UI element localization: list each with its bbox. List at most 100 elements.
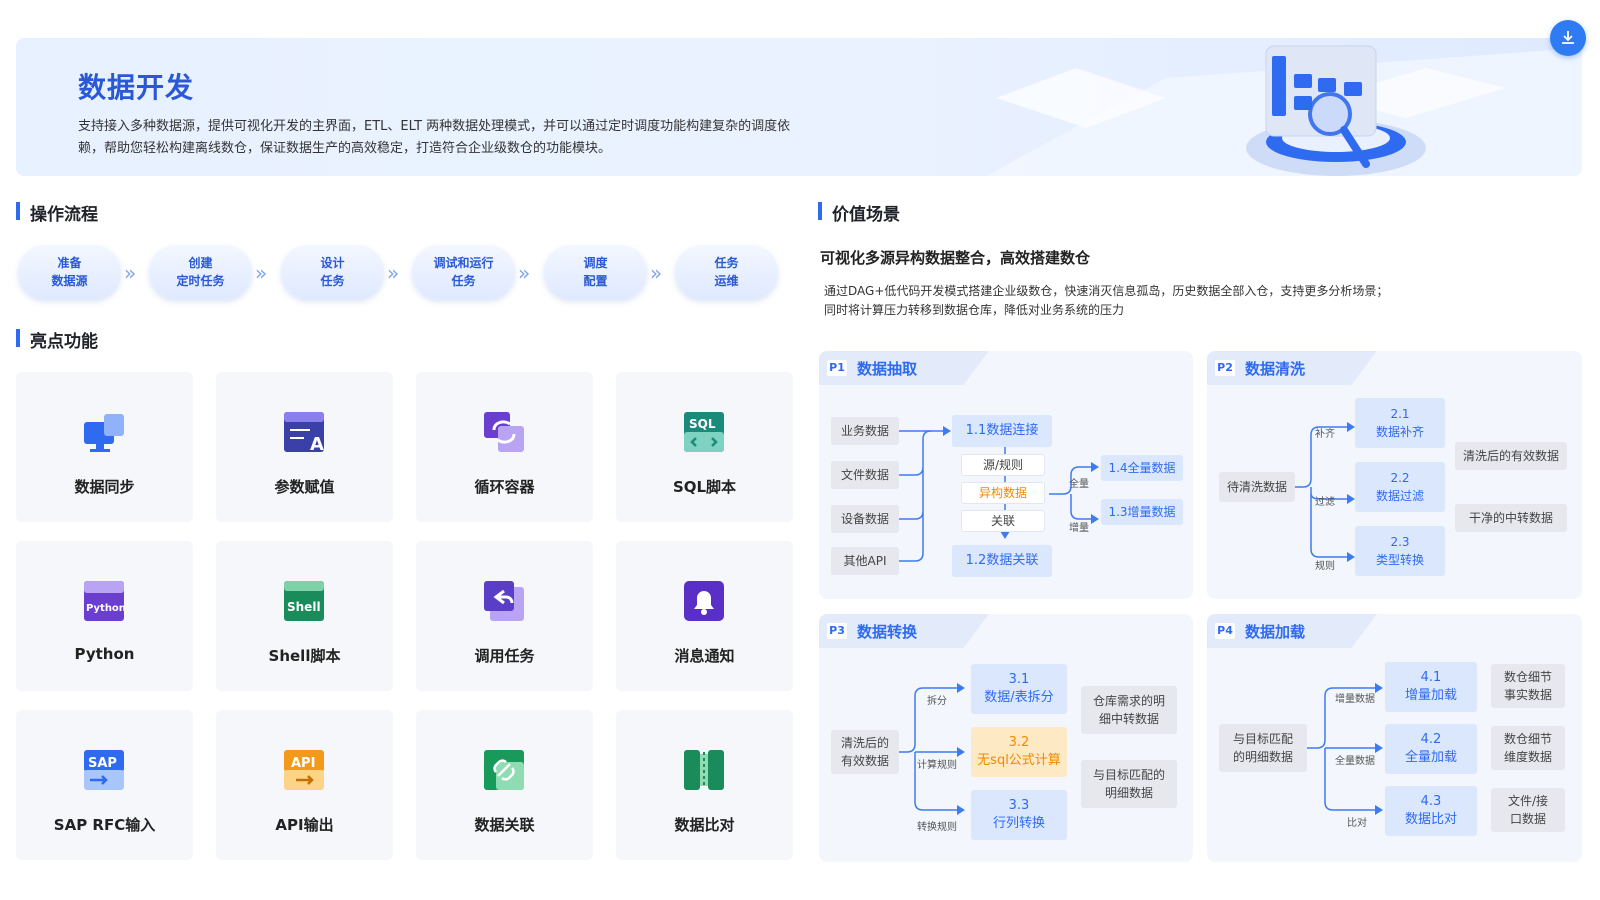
- output-node: 清洗后的有效数据: [1455, 442, 1567, 470]
- flow-step-4: 调试和运行 任务: [412, 245, 515, 299]
- feature-label: Python: [74, 645, 135, 663]
- svg-text:SQL: SQL: [689, 417, 716, 431]
- data-sync-icon: [84, 414, 124, 452]
- loop-container-icon: [484, 412, 524, 452]
- chevron-right-icon: »: [255, 261, 268, 285]
- dashboard-illustration-icon: [986, 45, 1582, 176]
- chevron-right-icon: »: [124, 261, 137, 285]
- output-node: 1.3增量数据: [1101, 499, 1183, 525]
- source-node: 与目标匹配 的明细数据: [1219, 724, 1307, 772]
- sql-script-icon: SQL: [684, 412, 724, 452]
- output-node: 数仓细节 事实数据: [1491, 664, 1565, 708]
- step-node: 关联: [961, 510, 1045, 532]
- source-node: 清洗后的 有效数据: [831, 730, 899, 774]
- feature-card-data-link[interactable]: 数据关联: [416, 710, 593, 860]
- feature-label: SAP RFC输入: [53, 816, 156, 834]
- edge-label: 转换规则: [917, 822, 957, 833]
- feature-label: 循环容器: [474, 478, 535, 496]
- step-node-highlight: 异构数据: [961, 482, 1045, 504]
- source-node: 其他API: [831, 547, 899, 575]
- feature-card-python[interactable]: Python Python: [16, 541, 193, 691]
- svg-text:Python: Python: [86, 603, 126, 614]
- flow-step-2: 创建 定时任务: [149, 245, 252, 299]
- edge-label: 过滤: [1315, 497, 1335, 508]
- feature-card-loop-container[interactable]: 循环容器: [416, 372, 593, 522]
- python-icon: Python: [84, 581, 126, 621]
- flow-step-5: 调度 配置: [544, 245, 647, 299]
- step-node: 4.3 数据比对: [1385, 786, 1477, 836]
- edge-label: 规则: [1315, 561, 1335, 572]
- flow-step-6: 任务 运维: [675, 245, 778, 299]
- svg-text:SAP: SAP: [88, 756, 117, 771]
- output-node: 与目标匹配的 明细数据: [1081, 760, 1177, 808]
- feature-card-call-task[interactable]: 调用任务: [416, 541, 593, 691]
- source-node: 设备数据: [831, 505, 899, 533]
- svg-text:Shell: Shell: [287, 600, 321, 614]
- call-task-icon: [484, 581, 524, 621]
- api-output-icon: API: [284, 750, 324, 790]
- source-node: 待清洗数据: [1219, 472, 1295, 502]
- sap-rfc-icon: SAP: [84, 750, 124, 790]
- flow-step-1: 准备 数据源: [18, 245, 121, 299]
- panel-p2-clean: P2 数据清洗 待清洗数据 补齐 过滤 规则 2.1 数据补齐 2.2 数据过滤…: [1207, 351, 1582, 599]
- output-node: 仓库需求的明 细中转数据: [1081, 686, 1177, 734]
- output-node: 干净的中转数据: [1455, 504, 1567, 532]
- download-icon: [1562, 31, 1574, 44]
- step-node: 1.2数据关联: [952, 545, 1052, 577]
- feature-label: SQL脚本: [672, 478, 737, 496]
- notification-bell-icon: [684, 581, 724, 621]
- feature-label: Shell脚本: [268, 647, 341, 665]
- output-node: 文件/接 口数据: [1491, 788, 1565, 832]
- feature-card-api-output[interactable]: API API输出: [216, 710, 393, 860]
- value-description: 通过DAG+低代码开发模式搭建企业级数仓，快速消灭信息孤岛，历史数据全部入仓，支…: [824, 284, 1389, 317]
- feature-label: 数据比对: [674, 816, 735, 834]
- step-node: 4.1 增量加载: [1385, 662, 1477, 712]
- step-node: 2.1 数据补齐: [1355, 398, 1445, 448]
- section-title-value: 价值场景: [818, 200, 900, 225]
- step-node: 源/规则: [961, 454, 1045, 476]
- step-node: 3.3 行列转换: [971, 790, 1067, 840]
- param-assign-icon: A: [284, 412, 324, 455]
- page-title: 数据开发: [78, 71, 195, 104]
- feature-card-shell-script[interactable]: Shell Shell脚本: [216, 541, 393, 691]
- panel-p4-load: P4 数据加载 与目标匹配 的明细数据 增量数据 全量数据 比对 4.1 增量加…: [1207, 614, 1582, 862]
- section-title-features: 亮点功能: [16, 327, 98, 352]
- panel-p3-transform: P3 数据转换 清洗后的 有效数据 拆分 计算规则 转换规则 3.1 数据/表拆…: [819, 614, 1193, 862]
- edge-label: 比对: [1347, 818, 1367, 829]
- step-node: 1.1数据连接: [952, 415, 1052, 447]
- chevron-right-icon: »: [650, 261, 663, 285]
- feature-label: 消息通知: [674, 647, 735, 665]
- panel-p1-extract: P1 数据抽取 业务数据 文件数据 设备数据 其他API 1.1数据连接 源/规…: [819, 351, 1193, 599]
- feature-label: 数据同步: [74, 478, 135, 496]
- edge-label: 计算规则: [917, 760, 957, 771]
- feature-card-sap-rfc[interactable]: SAP SAP RFC输入: [16, 710, 193, 860]
- feature-card-param-assign[interactable]: A 参数赋值: [216, 372, 393, 522]
- step-node: 2.3 类型转换: [1355, 526, 1445, 576]
- chevron-right-icon: »: [387, 261, 400, 285]
- flow-step-3: 设计 任务: [281, 245, 384, 299]
- source-node: 业务数据: [831, 417, 899, 445]
- feature-card-sql-script[interactable]: SQL SQL脚本: [616, 372, 793, 522]
- edge-label: 全量数据: [1335, 756, 1375, 767]
- step-node-highlight: 3.2 无sql公式计算: [971, 727, 1067, 777]
- svg-text:A: A: [310, 434, 324, 455]
- data-link-icon: [484, 750, 524, 790]
- step-node: 2.2 数据过滤: [1355, 462, 1445, 512]
- edge-label: 增量数据: [1335, 694, 1375, 705]
- output-node: 数仓细节 维度数据: [1491, 726, 1565, 770]
- download-button[interactable]: [1550, 20, 1586, 56]
- hero-banner: 数据开发 支持接入多种数据源，提供可视化开发的主界面，ETL、ELT 两种数据处…: [16, 38, 1582, 176]
- section-title-flow: 操作流程: [16, 200, 98, 225]
- edge-label: 补齐: [1315, 429, 1335, 440]
- shell-script-icon: Shell: [284, 581, 324, 621]
- operation-flow: 准备 数据源 » 创建 定时任务 » 设计 任务 » 调试和运行 任务 » 调度…: [18, 245, 788, 299]
- step-node: 4.2 全量加载: [1385, 724, 1477, 774]
- feature-card-data-sync[interactable]: 数据同步: [16, 372, 193, 522]
- edge-label: 增量: [1069, 523, 1089, 534]
- feature-card-notification[interactable]: 消息通知: [616, 541, 793, 691]
- data-compare-icon: [684, 750, 724, 790]
- output-node: 1.4全量数据: [1101, 455, 1183, 481]
- edge-label: 全量: [1069, 479, 1089, 490]
- feature-card-data-compare[interactable]: 数据比对: [616, 710, 793, 860]
- feature-label: 参数赋值: [274, 478, 335, 496]
